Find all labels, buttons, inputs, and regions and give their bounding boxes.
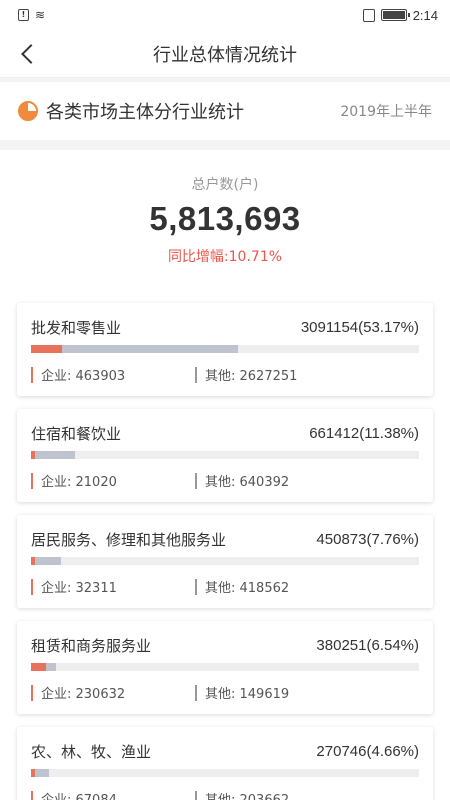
enterprise-count: 企业: 67084: [41, 789, 117, 800]
enterprise-count: 企业: 463903: [41, 369, 126, 384]
other-count: 其他: 203662: [205, 789, 289, 800]
industry-value: 450873(7.76%): [316, 530, 419, 548]
industry-name: 农、林、牧、渔业: [31, 742, 152, 761]
period-label[interactable]: 2019年上半年: [340, 101, 432, 121]
bar-enterprise-segment: [31, 451, 35, 459]
pie-chart-icon: [18, 101, 38, 121]
section-header: 各类市场主体分行业统计 2019年上半年: [0, 82, 450, 140]
screen: ! ≋ 2:14 行业总体情况统计 各类市场主体分行业统计 2019年上半年 总…: [0, 0, 450, 800]
bar-enterprise-segment: [31, 557, 35, 565]
industry-progress-bar: [31, 663, 419, 671]
enterprise-legend: 企业: 463903: [31, 365, 195, 384]
enterprise-marker: [31, 472, 33, 489]
industry-progress-bar: [31, 769, 419, 777]
total-households-label: 总户数(户): [191, 177, 259, 193]
other-marker: [195, 790, 197, 800]
back-button[interactable]: [12, 38, 44, 70]
enterprise-marker: [31, 366, 33, 383]
industry-name: 住宿和餐饮业: [31, 424, 122, 443]
industry-card[interactable]: 租赁和商务服务业 380251(6.54%) 企业: 230632 其他: 14…: [17, 621, 433, 714]
other-marker: [195, 366, 197, 383]
other-legend: 其他: 640392: [195, 471, 359, 490]
enterprise-legend: 企业: 230632: [31, 683, 195, 702]
industry-value: 661412(11.38%): [309, 424, 419, 442]
status-time: 2:14: [412, 7, 438, 23]
other-count: 其他: 2627251: [205, 369, 298, 384]
industry-card[interactable]: 居民服务、修理和其他服务业 450873(7.76%) 企业: 32311 其他…: [17, 515, 433, 608]
industry-card[interactable]: 住宿和餐饮业 661412(11.38%) 企业: 21020 其他: 6403…: [17, 409, 433, 502]
industry-name: 租赁和商务服务业: [31, 636, 152, 655]
enterprise-legend: 企业: 21020: [31, 471, 195, 490]
industry-progress-bar: [31, 451, 419, 459]
industry-name: 居民服务、修理和其他服务业: [31, 530, 227, 549]
bar-enterprise-segment: [31, 769, 36, 777]
other-count: 其他: 640392: [205, 475, 290, 490]
status-bar: ! ≋ 2:14: [0, 0, 450, 30]
growth-rate: 同比增幅:10.71%: [167, 249, 283, 265]
industry-card[interactable]: 批发和零售业 3091154(53.17%) 企业: 463903 其他: 26…: [17, 303, 433, 396]
other-legend: 其他: 149619: [195, 683, 359, 702]
bar-other-segment: [31, 451, 76, 459]
industry-list: 批发和零售业 3091154(53.17%) 企业: 463903 其他: 26…: [0, 290, 450, 800]
bar-enterprise-segment: [31, 663, 47, 671]
chevron-left-icon: [21, 44, 41, 64]
other-marker: [195, 472, 197, 489]
status-right: 2:14: [362, 7, 438, 23]
enterprise-marker: [31, 684, 33, 701]
industry-value: 380251(6.54%): [316, 636, 419, 654]
bar-other-segment: [31, 557, 62, 565]
industry-card[interactable]: 农、林、牧、渔业 270746(4.66%) 企业: 67084 其他: 203…: [17, 727, 433, 800]
other-marker: [195, 578, 197, 595]
page-title: 行业总体情况统计: [153, 44, 297, 66]
wifi-icon: ≋: [35, 8, 46, 22]
other-legend: 其他: 418562: [195, 577, 359, 596]
section-title: 各类市场主体分行业统计: [46, 102, 244, 123]
summary-panel: 总户数(户) 5,813,693 同比增幅:10.71%: [0, 150, 450, 290]
alert-icon: !: [18, 9, 29, 21]
enterprise-count: 企业: 32311: [41, 581, 117, 596]
industry-value: 3091154(53.17%): [300, 318, 419, 336]
other-count: 其他: 418562: [205, 581, 290, 596]
enterprise-marker: [31, 790, 33, 800]
enterprise-count: 企业: 230632: [41, 687, 126, 702]
industry-value: 270746(4.66%): [316, 742, 419, 760]
total-households-value: 5,813,693: [149, 200, 301, 237]
enterprise-marker: [31, 578, 33, 595]
other-count: 其他: 149619: [205, 687, 290, 702]
enterprise-legend: 企业: 32311: [31, 577, 195, 596]
enterprise-count: 企业: 21020: [41, 475, 117, 490]
other-legend: 其他: 2627251: [195, 365, 359, 384]
industry-progress-bar: [31, 345, 419, 353]
industry-progress-bar: [31, 557, 419, 565]
app-header: 行业总体情况统计: [0, 30, 450, 78]
industry-name: 批发和零售业: [31, 318, 122, 337]
enterprise-legend: 企业: 67084: [31, 789, 195, 800]
other-marker: [195, 684, 197, 701]
other-legend: 其他: 203662: [195, 789, 359, 800]
bar-enterprise-segment: [31, 345, 63, 353]
vibrate-icon: [362, 8, 375, 22]
status-left: ! ≋: [18, 8, 45, 22]
battery-icon: [380, 9, 410, 21]
